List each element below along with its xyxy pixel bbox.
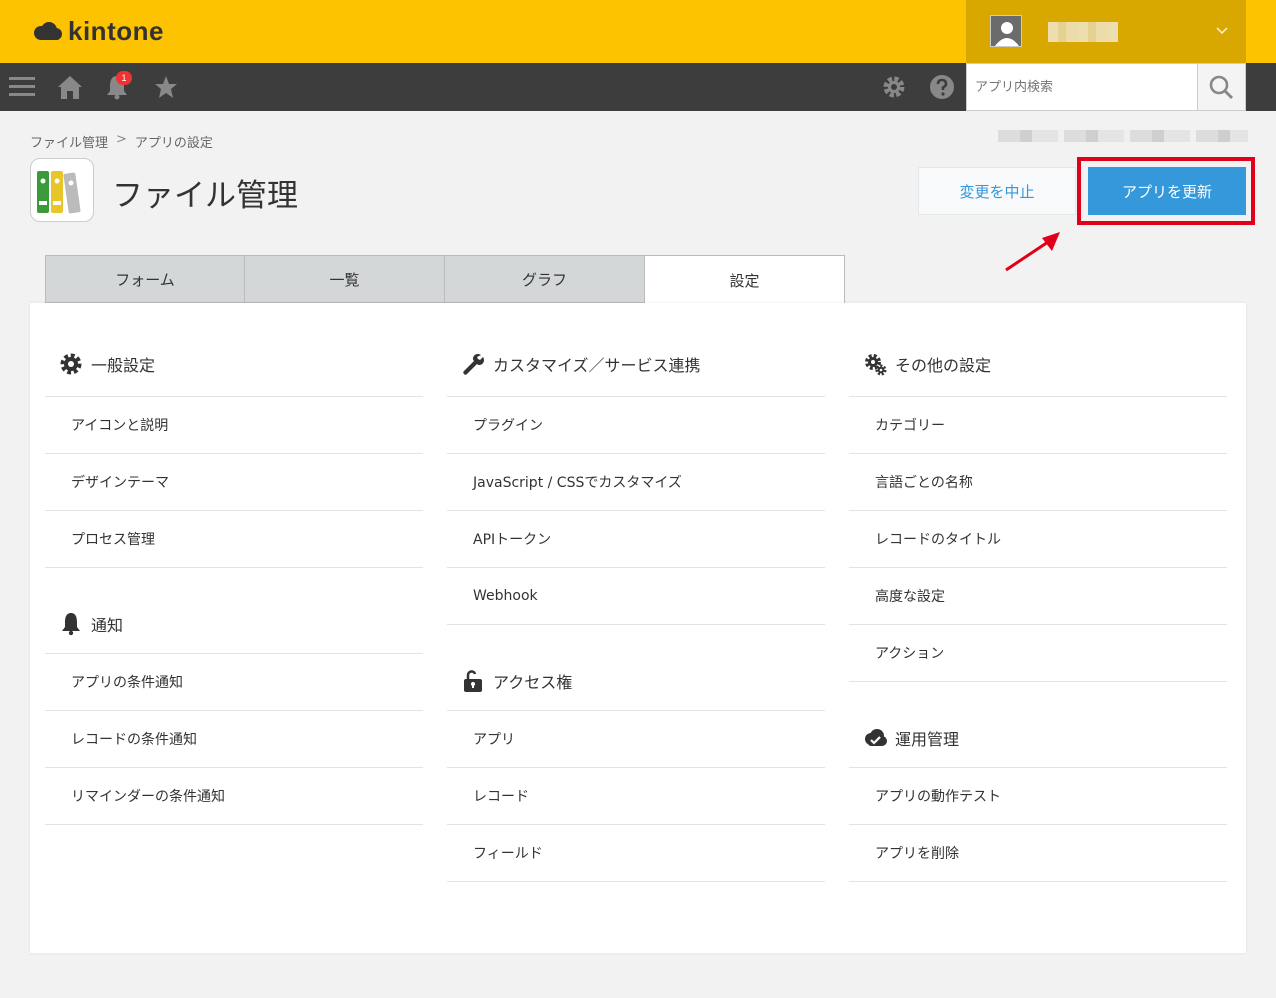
- highlight-annotation: [1077, 157, 1255, 225]
- user-menu[interactable]: [966, 0, 1246, 63]
- list-item[interactable]: リマインダーの条件通知: [45, 768, 423, 825]
- list-item[interactable]: 言語ごとの名称: [849, 454, 1227, 511]
- tab-graph[interactable]: グラフ: [445, 255, 645, 303]
- breadcrumb: ファイル管理 > アプリの設定: [30, 132, 213, 151]
- list-item[interactable]: プロセス管理: [45, 511, 423, 568]
- settings-column-1: 一般設定 アイコンと説明 デザインテーマ プロセス管理 通知 アプリの条件通知 …: [45, 303, 423, 825]
- binders-icon: [37, 171, 81, 214]
- list-item[interactable]: JavaScript / CSSでカスタマイズ: [447, 454, 825, 511]
- list-item[interactable]: アクション: [849, 625, 1227, 682]
- section-title: 一般設定: [91, 355, 156, 375]
- list-item[interactable]: レコード: [447, 768, 825, 825]
- search-icon: [1209, 75, 1234, 100]
- avatar: [990, 15, 1022, 47]
- list-item[interactable]: アプリの条件通知: [45, 654, 423, 711]
- help-icon[interactable]: [929, 74, 955, 100]
- list-item[interactable]: アイコンと説明: [45, 397, 423, 454]
- menu-icon[interactable]: [9, 74, 35, 100]
- breadcrumb-separator: >: [116, 132, 127, 147]
- cloud-check-icon: [865, 728, 887, 746]
- bell-icon: [62, 612, 80, 635]
- tab-settings[interactable]: 設定: [645, 255, 845, 304]
- list-item[interactable]: APIトークン: [447, 511, 825, 568]
- redacted-info: [998, 130, 1248, 142]
- list-item[interactable]: Webhook: [447, 568, 825, 625]
- breadcrumb-current: アプリの設定: [134, 136, 213, 151]
- section-title: アクセス権: [493, 672, 573, 692]
- home-icon[interactable]: [57, 74, 83, 100]
- list-item[interactable]: カテゴリー: [849, 397, 1227, 454]
- wrench-icon: [463, 353, 484, 375]
- list-item[interactable]: レコードのタイトル: [849, 511, 1227, 568]
- cancel-changes-button[interactable]: 変更を中止: [918, 167, 1076, 215]
- settings-panel: 一般設定 アイコンと説明 デザインテーマ プロセス管理 通知 アプリの条件通知 …: [30, 303, 1246, 953]
- settings-tabs: フォーム 一覧 グラフ 設定: [45, 255, 845, 304]
- list-item[interactable]: 高度な設定: [849, 568, 1227, 625]
- list-item[interactable]: アプリ: [447, 711, 825, 768]
- section-access: アクセス権: [447, 625, 825, 711]
- app-icon: [30, 158, 94, 222]
- section-general: 一般設定: [45, 303, 423, 397]
- breadcrumb-link-app[interactable]: ファイル管理: [30, 132, 108, 151]
- gear-icon: [60, 353, 82, 374]
- search-button[interactable]: [1198, 63, 1246, 111]
- logo-text: kintone: [68, 16, 164, 46]
- notification-badge: 1: [116, 71, 132, 85]
- section-title: その他の設定: [895, 355, 992, 375]
- section-title: 運用管理: [895, 729, 960, 749]
- app-search-field[interactable]: [966, 63, 1198, 111]
- section-title: 通知: [91, 615, 124, 635]
- section-customize: カスタマイズ／サービス連携: [447, 303, 825, 397]
- page-title: ファイル管理: [112, 178, 298, 214]
- settings-column-2: カスタマイズ／サービス連携 プラグイン JavaScript / CSSでカスタ…: [447, 303, 825, 882]
- section-other: その他の設定: [849, 303, 1227, 397]
- unlock-icon: [464, 669, 482, 692]
- section-title: カスタマイズ／サービス連携: [493, 355, 701, 375]
- section-notification: 通知: [45, 568, 423, 654]
- tab-list[interactable]: 一覧: [245, 255, 445, 303]
- chevron-down-icon: [1216, 27, 1228, 35]
- search-input[interactable]: [967, 64, 1197, 110]
- top-header: kintone: [0, 0, 1276, 63]
- list-item[interactable]: デザインテーマ: [45, 454, 423, 511]
- settings-column-3: その他の設定 カテゴリー 言語ごとの名称 レコードのタイトル 高度な設定 アクシ…: [849, 303, 1227, 882]
- user-icon: [995, 22, 1019, 46]
- kintone-logo[interactable]: kintone: [32, 16, 164, 47]
- username-redacted: [1048, 22, 1118, 42]
- list-item[interactable]: レコードの条件通知: [45, 711, 423, 768]
- list-item[interactable]: プラグイン: [447, 397, 825, 454]
- gears-icon: [865, 353, 887, 375]
- list-item[interactable]: アプリを削除: [849, 825, 1227, 882]
- list-item[interactable]: アプリの動作テスト: [849, 768, 1227, 825]
- arrow-annotation-icon: [1005, 232, 1060, 272]
- list-item[interactable]: フィールド: [447, 825, 825, 882]
- star-icon[interactable]: [153, 74, 179, 100]
- section-operation: 運用管理: [849, 682, 1227, 768]
- cloud-logo-icon: [34, 21, 62, 40]
- gear-icon[interactable]: [881, 74, 907, 100]
- tab-form[interactable]: フォーム: [45, 255, 245, 303]
